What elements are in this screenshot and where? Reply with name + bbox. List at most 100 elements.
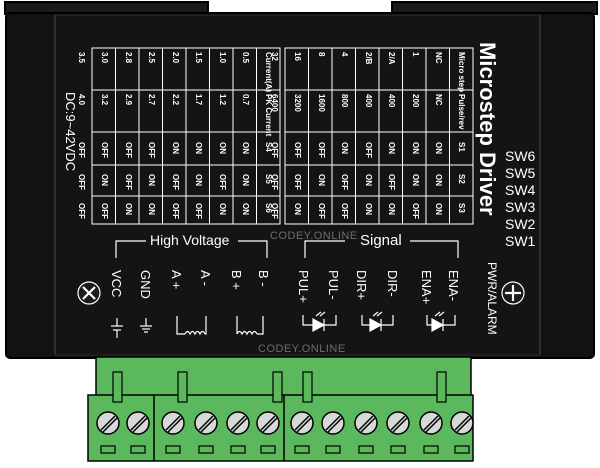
microstep-header-pulse-rev: Pulse/rev — [457, 94, 466, 130]
current-table-cell: ON — [217, 203, 227, 215]
terminal-block — [87, 356, 474, 462]
microstep-table-cell: OFF — [316, 203, 326, 219]
microstep-table-cell: OFF — [293, 174, 302, 190]
current-table-cell: 3.2 — [100, 94, 109, 106]
current-table-cell: ON — [123, 203, 133, 215]
switch-label-sw4: SW4 — [505, 182, 536, 198]
terminal-label: A + — [169, 270, 184, 290]
microstep-table-cell: OFF — [316, 142, 326, 158]
microstep-table-cell: ON — [434, 203, 443, 215]
microstep-table-cell: 2/A — [387, 52, 396, 65]
microstep-table-cell: ON — [340, 142, 349, 154]
current-table-cell: 1.0 — [217, 52, 227, 64]
current-table-cell: ON — [194, 142, 203, 154]
current-table-cell: OFF — [76, 203, 86, 219]
microstep-table-cell: OFF — [293, 142, 302, 158]
terminal-label: VCC — [109, 270, 124, 298]
microstep-table-cell: 1 — [410, 52, 420, 57]
microstep-header-s1: S1 — [457, 142, 466, 152]
microstep-table-cell: OFF — [340, 174, 349, 190]
current-table-cell: ON — [194, 174, 203, 186]
microstep-table-cell: OFF — [340, 203, 349, 219]
current-table-cell: 0.5 — [241, 52, 250, 64]
microstep-table-cell: 32 — [269, 52, 279, 61]
microstep-header-micro-step: Micro step — [457, 52, 466, 93]
input-voltage-label: DC:9~42VDC — [63, 92, 78, 172]
screw-icon — [126, 411, 150, 435]
microstep-table-cell: ON — [363, 174, 373, 186]
microstep-table-cell: 400 — [363, 94, 373, 108]
switch-label-sw1: SW1 — [505, 233, 536, 249]
current-table-cell: 0.7 — [241, 94, 250, 106]
current-table-cell: OFF — [123, 142, 133, 158]
watermark-bottom: CODEY.ONLINE — [258, 343, 346, 355]
current-table-cell: ON — [217, 142, 227, 154]
high-voltage-label: High Voltage — [150, 232, 230, 248]
current-table-cell: 2.2 — [170, 94, 180, 106]
switch-label-sw3: SW3 — [505, 199, 536, 215]
screw-icon — [419, 411, 443, 435]
microstep-table-cell: 1600 — [316, 94, 326, 112]
current-table-cell: 2.7 — [147, 94, 156, 106]
switch-label-sw5: SW5 — [505, 165, 536, 181]
switch-label-sw6: SW6 — [505, 148, 536, 164]
screw-icon — [386, 411, 410, 435]
pwr-alarm-label: PWR/ALARM — [485, 262, 499, 335]
screw-icon — [256, 411, 280, 435]
current-table-cell: OFF — [100, 203, 109, 219]
microstep-table-cell: 16 — [293, 52, 302, 61]
screw-icon — [96, 411, 120, 435]
microstep-table-cell: ON — [293, 203, 302, 215]
current-table-cell: ON — [147, 174, 156, 186]
device-title: Microstep Driver — [475, 42, 500, 216]
terminal-label: ENA+ — [419, 270, 434, 305]
terminal-label: DIR+ — [354, 270, 369, 300]
current-table-cell: 2.5 — [147, 52, 156, 64]
current-table-cell: ON — [241, 203, 250, 215]
current-table-cell: ON — [241, 174, 250, 186]
screw-icon-right — [501, 281, 525, 305]
screw-icon — [290, 411, 314, 435]
current-table-cell: 2.8 — [123, 52, 133, 64]
microstep-table-cell: ON — [387, 142, 396, 154]
microstep-table-cell: OFF — [269, 142, 279, 158]
microstep-table-cell: ON — [363, 203, 373, 215]
screw-icon — [226, 411, 250, 435]
microstep-table-cell: 200 — [410, 94, 420, 108]
microstep-table-cell: ON — [410, 174, 420, 186]
microstep-table-cell: OFF — [363, 142, 373, 158]
current-table-cell: ON — [170, 142, 180, 154]
microstep-table-cell: 400 — [387, 94, 396, 108]
microstep-table-cell: 4 — [340, 52, 349, 57]
screw-icon — [161, 411, 185, 435]
microstep-table-cell: 6400 — [269, 94, 279, 112]
current-table-cell: 1.7 — [194, 94, 203, 106]
microstep-header-s2: S2 — [457, 174, 466, 184]
terminal-label: B + — [229, 270, 244, 290]
terminal-label: GND — [138, 270, 153, 299]
terminal-label: DIR- — [385, 270, 400, 297]
microstep-table-cell: 2/B — [363, 52, 373, 65]
microstep-table-cell: ON — [434, 142, 443, 154]
current-table-cell: ON — [241, 142, 250, 154]
current-table-cell: ON — [100, 174, 109, 186]
microstep-table-cell: OFF — [269, 203, 279, 219]
current-table-cell: ON — [147, 203, 156, 215]
current-table-cell: OFF — [147, 142, 156, 158]
terminal-label: PUL- — [326, 270, 341, 300]
stepper-driver: Microstep Driver DC:9~42VDC PWR/ALARM SW… — [0, 0, 600, 468]
watermark-top: CODEY.ONLINE — [270, 230, 358, 242]
current-table-cell: 3.0 — [100, 52, 109, 64]
microstep-table-cell: NC — [434, 94, 443, 106]
microstep-table-cell: ON — [410, 142, 420, 154]
screw-icon — [321, 411, 345, 435]
terminal-label: A - — [198, 270, 213, 286]
microstep-table-cell: 3200 — [293, 94, 302, 112]
current-table-cell: 3.5 — [76, 52, 86, 64]
terminal-label: B - — [256, 270, 271, 287]
current-table-cell: OFF — [194, 203, 203, 219]
current-table-cell: OFF — [170, 203, 180, 219]
current-table-cell: OFF — [123, 174, 133, 190]
microstep-table-cell: 800 — [340, 94, 349, 108]
terminal-label: PUL+ — [296, 270, 311, 303]
